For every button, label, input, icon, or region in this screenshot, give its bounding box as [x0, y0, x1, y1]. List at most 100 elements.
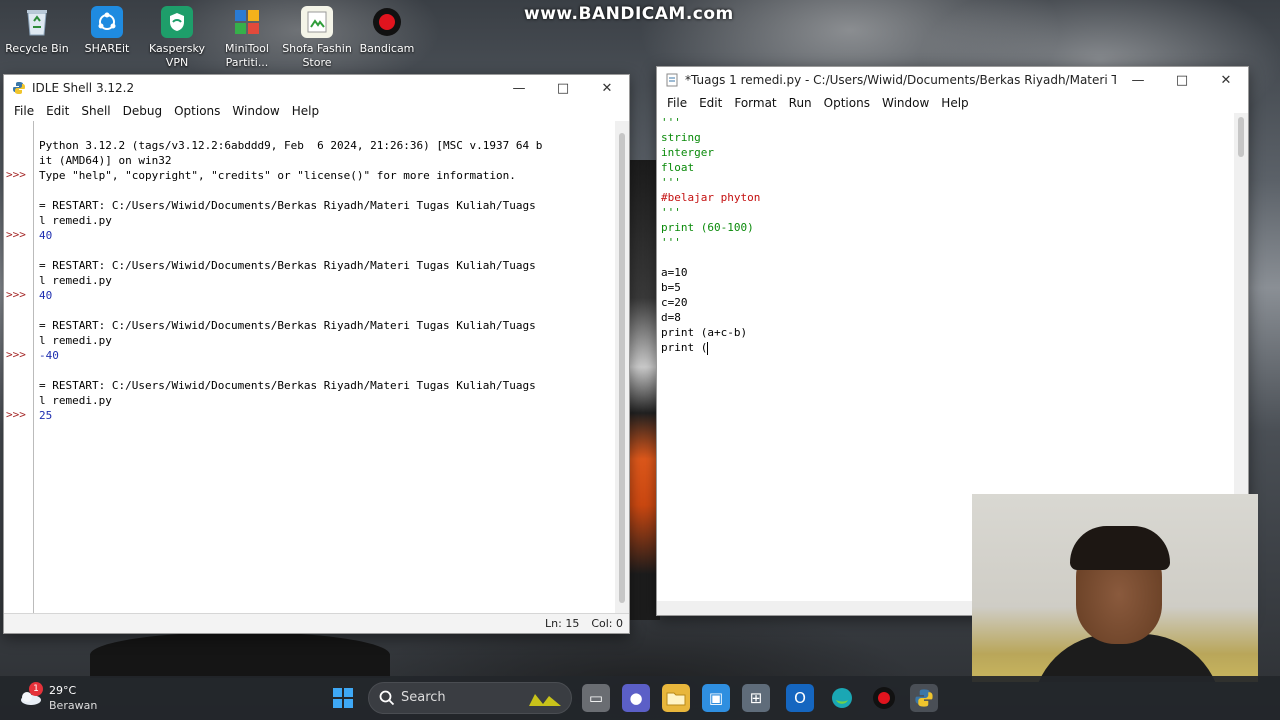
shell-prompt-gutter: >>> >>> >>> >>> >>> — [4, 121, 34, 613]
menu-help[interactable]: Help — [286, 104, 325, 118]
shell-prompt: >>> — [6, 348, 26, 361]
bandicam-taskbar-icon[interactable] — [870, 684, 898, 712]
text-cursor — [707, 341, 709, 355]
status-line: Ln: 15 — [545, 617, 580, 630]
desktop-icon-recycle-bin[interactable]: Recycle Bin — [2, 6, 72, 56]
shell-restart-line: = RESTART: C:/Users/Wiwid/Documents/Berk… — [39, 199, 536, 212]
minimize-button[interactable]: — — [497, 75, 541, 101]
menu-edit[interactable]: Edit — [40, 104, 75, 118]
kaspersky-vpn-icon — [161, 6, 193, 38]
edge-browser-icon[interactable] — [828, 684, 856, 712]
shell-restart-line: = RESTART: C:/Users/Wiwid/Documents/Berk… — [39, 379, 536, 392]
scrollbar-thumb[interactable] — [619, 133, 625, 603]
editor-window-title: *Tuags 1 remedi.py - C:/Users/Wiwid/Docu… — [685, 73, 1116, 87]
search-highlight-icon — [529, 694, 561, 706]
editor-code-line: b=5 — [661, 281, 681, 294]
file-explorer-icon[interactable] — [662, 684, 690, 712]
shell-restart-line: l remedi.py — [39, 214, 112, 227]
python-file-icon — [666, 73, 678, 87]
weather-condition: Berawan — [49, 699, 98, 712]
menu-window[interactable]: Window — [876, 96, 935, 110]
menu-file[interactable]: File — [661, 96, 693, 110]
menu-options[interactable]: Options — [818, 96, 876, 110]
windows-start-icon[interactable] — [329, 684, 357, 712]
editor-code-line: #belajar phyton — [661, 191, 761, 204]
menu-window[interactable]: Window — [226, 104, 285, 118]
editor-code-line: a=10 — [661, 266, 688, 279]
weather-widget[interactable]: 1 29°C Berawan — [18, 682, 118, 714]
shell-banner-line: Python 3.12.2 (tags/v3.12.2:6abddd9, Feb… — [39, 139, 543, 152]
shell-output-value: 25 — [39, 409, 53, 422]
shell-banner-line: it (AMD64)] on win32 — [39, 154, 172, 167]
taskbar-search-box[interactable]: Search — [368, 682, 572, 714]
photos-icon[interactable]: ▣ — [702, 684, 730, 712]
shell-restart-line: = RESTART: C:/Users/Wiwid/Documents/Berk… — [39, 319, 536, 332]
editor-menubar: File Edit Format Run Options Window Help — [657, 93, 1248, 113]
desktop-icon-label: Bandicam — [359, 42, 415, 55]
shell-output-value: 40 — [39, 289, 53, 302]
editor-code-line: string — [661, 131, 701, 144]
shell-statusbar: Ln: 15 Col: 0 — [4, 613, 629, 633]
shell-prompt: >>> — [6, 228, 26, 241]
editor-code-line: print (a+c-b) — [661, 326, 748, 339]
search-label: Search — [401, 690, 446, 705]
menu-file[interactable]: File — [8, 104, 40, 118]
outlook-icon[interactable]: O — [786, 684, 814, 712]
python-idle-taskbar-icon[interactable] — [910, 684, 938, 712]
editor-code-line — [661, 250, 1232, 265]
menu-edit[interactable]: Edit — [693, 96, 728, 110]
bandicam-icon — [371, 6, 403, 38]
menu-format[interactable]: Format — [728, 96, 782, 110]
editor-code-line: ''' — [661, 206, 681, 219]
shell-prompt: >>> — [6, 288, 26, 301]
minitool-icon — [231, 6, 263, 38]
shell-restart-line: = RESTART: C:/Users/Wiwid/Documents/Berk… — [39, 259, 536, 272]
shortcut-icon — [301, 6, 333, 38]
desktop-icon-shareit[interactable]: SHAREit — [72, 6, 142, 56]
meet-chat-icon[interactable]: ● — [622, 684, 650, 712]
desktop-icon-label: MiniTool Partiti... — [225, 42, 269, 69]
taskbar: 1 29°C Berawan Search ▭ ● ▣ ⊞ O — [0, 676, 1280, 720]
shell-prompt: >>> — [6, 408, 26, 421]
recycle-bin-icon — [21, 6, 53, 38]
shell-titlebar[interactable]: IDLE Shell 3.12.2 — □ ✕ — [4, 75, 629, 101]
idle-shell-window[interactable]: IDLE Shell 3.12.2 — □ ✕ File Edit Shell … — [3, 74, 630, 634]
calculator-icon[interactable]: ⊞ — [742, 684, 770, 712]
scrollbar-thumb[interactable] — [1238, 117, 1244, 157]
shell-restart-line: l remedi.py — [39, 274, 112, 287]
notification-badge: 1 — [29, 682, 43, 696]
menu-shell[interactable]: Shell — [75, 104, 116, 118]
bandicam-watermark: www.BANDICAM.com — [524, 4, 734, 24]
menu-run[interactable]: Run — [783, 96, 818, 110]
editor-titlebar[interactable]: *Tuags 1 remedi.py - C:/Users/Wiwid/Docu… — [657, 67, 1248, 93]
task-view-icon[interactable]: ▭ — [582, 684, 610, 712]
python-icon — [13, 82, 25, 94]
menu-debug[interactable]: Debug — [117, 104, 168, 118]
shell-vertical-scrollbar[interactable] — [615, 121, 629, 613]
editor-code-line: print (60-100) — [661, 221, 754, 234]
editor-code-line: interger — [661, 146, 714, 159]
minimize-button[interactable]: — — [1116, 67, 1160, 93]
shell-banner-line: Type "help", "copyright", "credits" or "… — [39, 169, 516, 182]
editor-code-line: print ( — [661, 341, 709, 355]
desktop-icon-label: Recycle Bin — [5, 42, 69, 55]
desktop-icon-shofa[interactable]: Shofa Fashin Store — [282, 6, 352, 70]
desktop-icon-label: Kaspersky VPN — [149, 42, 205, 69]
editor-code-line: d=8 — [661, 311, 681, 324]
close-button[interactable]: ✕ — [1204, 67, 1248, 93]
menu-help[interactable]: Help — [935, 96, 974, 110]
shell-output-area[interactable]: Python 3.12.2 (tags/v3.12.2:6abddd9, Feb… — [39, 123, 613, 613]
wallpaper-tire — [90, 632, 390, 678]
shareit-icon — [91, 6, 123, 38]
shell-restart-line: l remedi.py — [39, 394, 112, 407]
desktop-icon-bandicam[interactable]: Bandicam — [352, 6, 422, 56]
weather-temperature: 29°C — [49, 684, 77, 697]
maximize-button[interactable]: □ — [541, 75, 585, 101]
editor-code-line: ''' — [661, 116, 681, 129]
menu-options[interactable]: Options — [168, 104, 226, 118]
desktop-icon-minitool[interactable]: MiniTool Partiti... — [212, 6, 282, 70]
close-button[interactable]: ✕ — [585, 75, 629, 101]
desktop-icon-label: SHAREit — [84, 42, 130, 55]
maximize-button[interactable]: □ — [1160, 67, 1204, 93]
desktop-icon-kaspersky[interactable]: Kaspersky VPN — [142, 6, 212, 70]
